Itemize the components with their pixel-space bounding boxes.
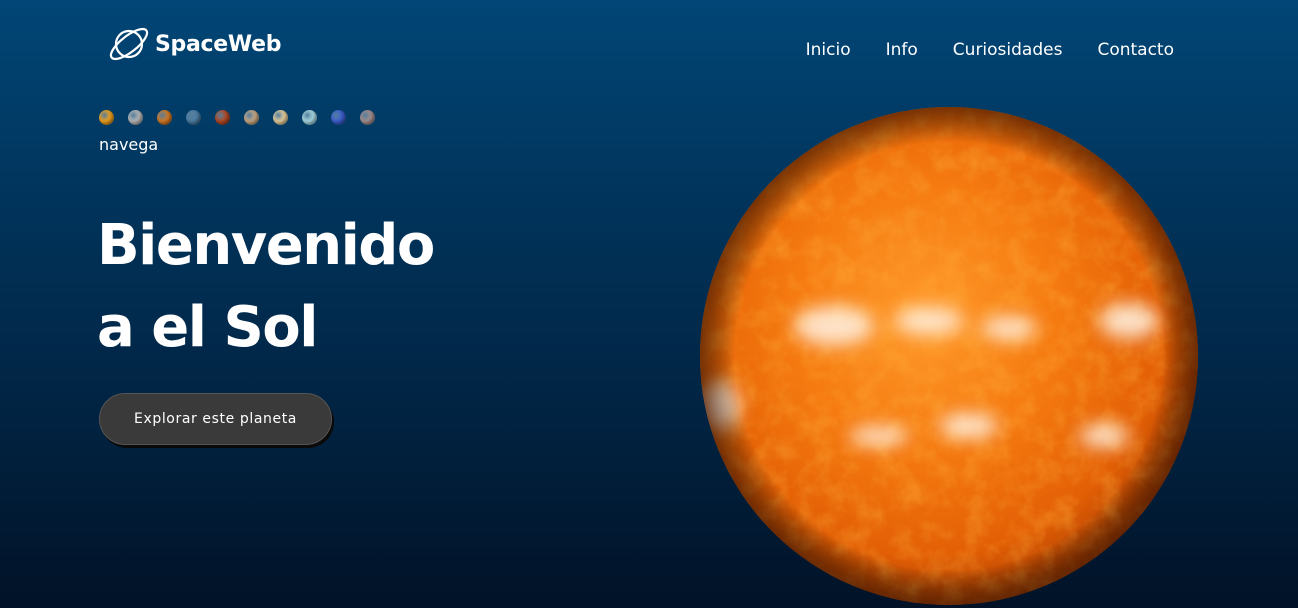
planet-nav-label: navega xyxy=(99,135,159,154)
explore-planet-button[interactable]: Explorar este planeta xyxy=(99,393,332,445)
planet-mars-icon[interactable] xyxy=(215,110,230,125)
planet-jupiter-icon[interactable] xyxy=(244,110,259,125)
planet-earth-icon[interactable] xyxy=(186,110,201,125)
logo-text: SpaceWeb xyxy=(155,31,282,57)
planet-selector xyxy=(99,110,375,125)
planet-pluto-icon[interactable] xyxy=(360,110,375,125)
planet-ring-icon xyxy=(109,27,149,61)
planet-uranus-icon[interactable] xyxy=(302,110,317,125)
hero-title-line-1: Bienvenido xyxy=(97,213,435,278)
planet-mercury-icon[interactable] xyxy=(128,110,143,125)
nav-link-curiosidades[interactable]: Curiosidades xyxy=(953,40,1063,60)
nav-link-inicio[interactable]: Inicio xyxy=(806,40,851,60)
hero-title: Bienvenido a el Sol xyxy=(97,205,435,369)
nav-link-contacto[interactable]: Contacto xyxy=(1097,40,1174,60)
sun-image xyxy=(700,107,1198,605)
hero-title-line-2: a el Sol xyxy=(97,295,318,360)
planet-venus-icon[interactable] xyxy=(157,110,172,125)
nav-link-info[interactable]: Info xyxy=(886,40,918,60)
planet-neptune-icon[interactable] xyxy=(331,110,346,125)
planet-saturn-icon[interactable] xyxy=(273,110,288,125)
main-nav: Inicio Info Curiosidades Contacto xyxy=(806,40,1174,60)
logo[interactable]: SpaceWeb xyxy=(105,20,281,68)
planet-sun-icon[interactable] xyxy=(99,110,114,125)
